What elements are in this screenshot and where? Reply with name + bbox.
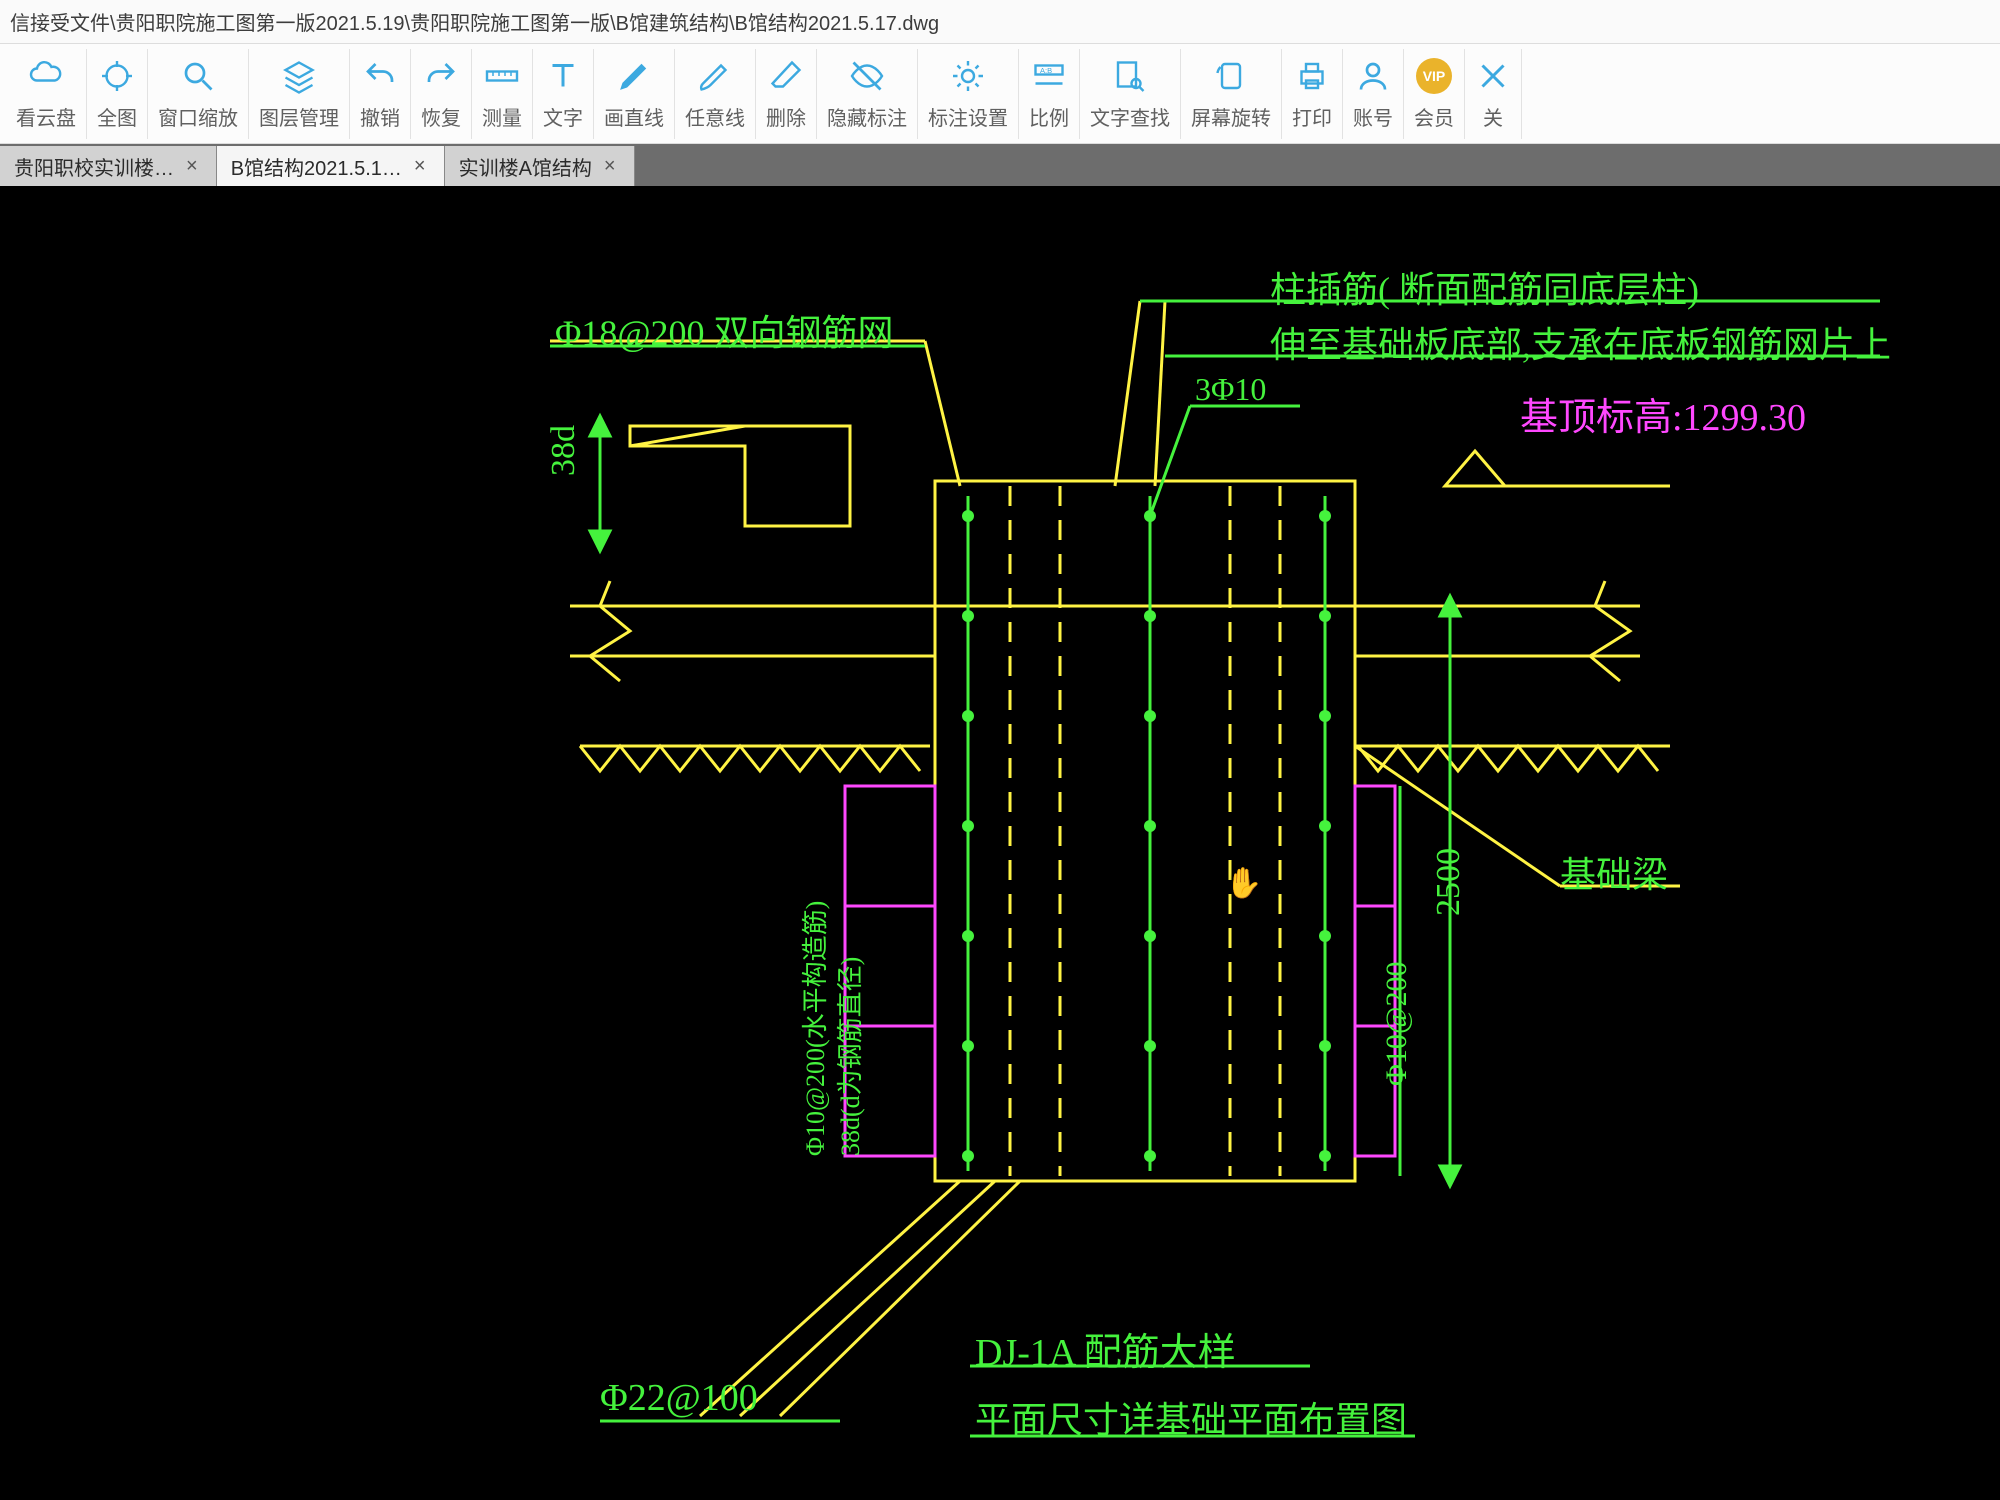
ratio-icon: A:B xyxy=(1031,58,1067,94)
tool-label: 撤销 xyxy=(360,102,400,131)
tool-label: 隐藏标注 xyxy=(827,102,907,131)
tool-label: 恢复 xyxy=(421,102,461,131)
search-doc-icon xyxy=(1112,58,1148,94)
hide-annot-button[interactable]: 隐藏标注 xyxy=(817,49,918,139)
vip-badge-icon: VIP xyxy=(1416,58,1452,94)
magnify-icon xyxy=(180,58,216,94)
elevation-label: 基顶标高:1299.30 xyxy=(1520,386,1806,441)
find-text-button[interactable]: 文字查找 xyxy=(1080,49,1181,139)
annot-settings-button[interactable]: 标注设置 xyxy=(918,49,1019,139)
layers-icon xyxy=(281,58,317,94)
beam-label: 基础梁 xyxy=(1560,846,1668,898)
tool-label: 会员 xyxy=(1414,102,1454,131)
tool-label: 图层管理 xyxy=(259,102,339,131)
tool-label: 比例 xyxy=(1029,102,1069,131)
svg-text:A:B: A:B xyxy=(1040,66,1052,75)
rotate-screen-button[interactable]: 屏幕旋转 xyxy=(1181,49,1282,139)
dim-38d: 38d xyxy=(545,425,583,476)
tool-label: 标注设置 xyxy=(928,102,1008,131)
drawing-canvas[interactable]: Φ18@200 双向钢筋网 Φ22@100 柱插筋( 断面配筋同底层柱) 伸至基… xyxy=(0,186,2000,1500)
vip-button[interactable]: VIP 会员 xyxy=(1404,49,1465,139)
account-button[interactable]: 账号 xyxy=(1343,49,1404,139)
main-toolbar: 看云盘全图窗口缩放图层管理撤销恢复测量文字画直线任意线删除隐藏标注标注设置 A:B… xyxy=(0,44,2000,144)
text-t-icon xyxy=(545,58,581,94)
tool-label: 关 xyxy=(1483,102,1503,131)
tool-label: 画直线 xyxy=(604,102,664,131)
title-bar: 信接受文件\贵阳职院施工图第一版2021.5.19\贵阳职院施工图第一版\B馆建… xyxy=(0,0,2000,44)
cloud-view-button[interactable]: 看云盘 xyxy=(6,49,87,139)
tool-label: 全图 xyxy=(97,102,137,131)
target-icon xyxy=(99,58,135,94)
dim-2500: 2500 xyxy=(1430,848,1468,916)
tool-label: 删除 xyxy=(766,102,806,131)
text-button[interactable]: 文字 xyxy=(533,49,594,139)
line-button[interactable]: 画直线 xyxy=(594,49,675,139)
erase-button[interactable]: 删除 xyxy=(756,49,817,139)
tool-label: 屏幕旋转 xyxy=(1191,102,1271,131)
annot-column-bar: 柱插筋( 断面配筋同底层柱) xyxy=(1270,261,1699,313)
ratio-button[interactable]: A:B 比例 xyxy=(1019,49,1080,139)
detail-title: DJ-1A 配筋大样 xyxy=(975,1321,1236,1376)
annot-anchor: 伸至基础板底部,支承在底板钢筋网片上 xyxy=(1270,316,1891,368)
close-icon[interactable]: × xyxy=(604,155,616,178)
window-zoom-button[interactable]: 窗口缩放 xyxy=(148,49,249,139)
right-rebar-label: Φ10@200 xyxy=(1380,961,1414,1086)
close-icon[interactable]: × xyxy=(414,155,426,178)
annot-gear-icon xyxy=(950,58,986,94)
stirrup-label: 3Φ10 xyxy=(1195,371,1266,408)
pencil-icon xyxy=(616,58,652,94)
undo-icon xyxy=(362,58,398,94)
close-icon xyxy=(1475,58,1511,94)
tool-label: 文字 xyxy=(543,102,583,131)
tool-label: 文字查找 xyxy=(1090,102,1170,131)
pan-cursor-icon: ✋ xyxy=(1225,866,1262,901)
vert-label-1: Φ10@200(水平构造筋) xyxy=(795,901,832,1156)
full-view-button[interactable]: 全图 xyxy=(87,49,148,139)
freehand-button[interactable]: 任意线 xyxy=(675,49,756,139)
top-rebar-label: Φ18@200 双向钢筋网 xyxy=(555,304,893,356)
tool-label: 任意线 xyxy=(685,102,745,131)
rotate-icon xyxy=(1213,58,1249,94)
bottom-rebar-label: Φ22@100 xyxy=(600,1376,758,1420)
eye-off-icon xyxy=(849,58,885,94)
document-tab[interactable]: 实训楼A馆结构 × xyxy=(445,146,635,186)
user-icon xyxy=(1355,58,1391,94)
tab-label: B馆结构2021.5.1… xyxy=(231,152,402,181)
vert-label-2: 38d(d为钢筋直径) xyxy=(830,957,867,1156)
document-tab[interactable]: B馆结构2021.5.1… × xyxy=(217,146,445,186)
tool-label: 看云盘 xyxy=(16,102,76,131)
eraser-icon xyxy=(768,58,804,94)
tab-label: 实训楼A馆结构 xyxy=(459,152,592,181)
measure-button[interactable]: 测量 xyxy=(472,49,533,139)
document-tab[interactable]: 贵阳职校实训楼… × xyxy=(0,146,217,186)
tool-label: 打印 xyxy=(1292,102,1332,131)
redo-button[interactable]: 恢复 xyxy=(411,49,472,139)
tool-label: 账号 xyxy=(1353,102,1393,131)
pen-icon xyxy=(697,58,733,94)
detail-subtitle: 平面尺寸详基础平面布置图 xyxy=(975,1391,1407,1443)
print-button[interactable]: 打印 xyxy=(1282,49,1343,139)
redo-icon xyxy=(423,58,459,94)
file-path: 信接受文件\贵阳职院施工图第一版2021.5.19\贵阳职院施工图第一版\B馆建… xyxy=(10,7,939,36)
layer-mgr-button[interactable]: 图层管理 xyxy=(249,49,350,139)
undo-button[interactable]: 撤销 xyxy=(350,49,411,139)
tool-label: 测量 xyxy=(482,102,522,131)
close-button[interactable]: 关 xyxy=(1465,49,1522,139)
cad-drawing xyxy=(0,186,2000,1500)
printer-icon xyxy=(1294,58,1330,94)
close-icon[interactable]: × xyxy=(186,155,198,178)
tab-label: 贵阳职校实训楼… xyxy=(14,152,174,181)
ruler-icon xyxy=(484,58,520,94)
document-tabs: 贵阳职校实训楼… × B馆结构2021.5.1… × 实训楼A馆结构 × xyxy=(0,144,2000,186)
tool-label: 窗口缩放 xyxy=(158,102,238,131)
cloud-icon xyxy=(28,58,64,94)
